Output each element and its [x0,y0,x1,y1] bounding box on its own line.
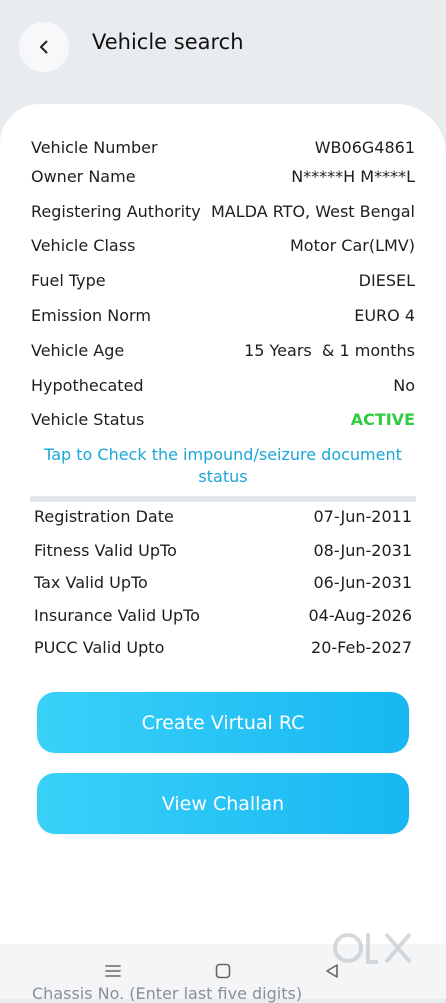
detail-row-registering-authority: Registering Authority MALDA RTO, West Be… [31,199,415,223]
validity-label: Insurance Valid UpTo [34,605,200,625]
validity-label: PUCC Valid Upto [34,637,165,657]
validity-row-fitness: Fitness Valid UpTo 08-Jun-2031 [34,538,412,562]
view-challan-button[interactable]: View Challan [37,773,409,834]
detail-label: Vehicle Number [31,137,158,157]
validity-row-registration-date: Registration Date 07-Jun-2011 [34,504,412,528]
detail-row-emission-norm: Emission Norm EURO 4 [31,303,415,327]
home-icon[interactable] [214,962,232,980]
detail-value: Motor Car(LMV) [289,235,415,255]
detail-row-owner-name: Owner Name N*****H M****L [31,164,415,188]
validity-value: 20-Feb-2027 [311,637,412,657]
detail-label: Hypothecated [31,375,144,395]
section-divider [30,496,416,502]
validity-row-tax: Tax Valid UpTo 06-Jun-2031 [34,570,412,594]
detail-label: Fuel Type [31,270,106,290]
chevron-left-icon [40,40,48,54]
validity-row-pucc: PUCC Valid Upto 20-Feb-2027 [34,635,412,659]
detail-row-vehicle-status: Vehicle Status ACTIVE [31,407,415,431]
back-button[interactable] [19,22,69,72]
detail-value: EURO 4 [354,305,415,325]
impound-status-link[interactable]: Tap to Check the impound/seizure documen… [40,444,406,488]
validity-value: 08-Jun-2031 [313,540,412,560]
detail-value: MALDA RTO, West Bengal [210,201,415,221]
validity-label: Fitness Valid UpTo [34,540,177,560]
page-title: Vehicle search [92,30,244,54]
olx-watermark-logo [333,932,412,964]
status-badge: ACTIVE [350,409,415,429]
detail-value: DIESEL [358,270,415,290]
recent-apps-icon[interactable] [104,962,122,980]
detail-row-hypothecated: Hypothecated No [31,373,415,397]
detail-label: Emission Norm [31,305,151,325]
validity-row-insurance: Insurance Valid UpTo 04-Aug-2026 [34,603,412,627]
validity-label: Tax Valid UpTo [34,572,148,592]
detail-value: No [393,375,415,395]
app-header: Vehicle search [0,0,446,100]
detail-label: Owner Name [31,166,136,186]
detail-value: 15 Years & 1 months [244,340,415,360]
validity-value: 04-Aug-2026 [308,605,412,625]
detail-value: WB06G4861 [314,137,415,157]
detail-row-vehicle-number: Vehicle Number WB06G4861 [31,135,415,159]
detail-row-vehicle-class: Vehicle Class Motor Car(LMV) [31,233,415,257]
create-virtual-rc-button[interactable]: Create Virtual RC [37,692,409,753]
validity-value: 06-Jun-2031 [313,572,412,592]
validity-label: Registration Date [34,506,174,526]
detail-label: Vehicle Age [31,340,125,360]
detail-label: Vehicle Class [31,235,136,255]
detail-label: Registering Authority [31,201,201,221]
detail-row-fuel-type: Fuel Type DIESEL [31,268,415,292]
detail-row-vehicle-age: Vehicle Age 15 Years & 1 months [31,338,415,362]
chassis-number-field-peek: Chassis No. (Enter last five digits) [32,984,303,1003]
validity-value: 07-Jun-2011 [313,506,412,526]
detail-label: Vehicle Status [31,409,145,429]
detail-value: N*****H M****L [291,166,415,186]
